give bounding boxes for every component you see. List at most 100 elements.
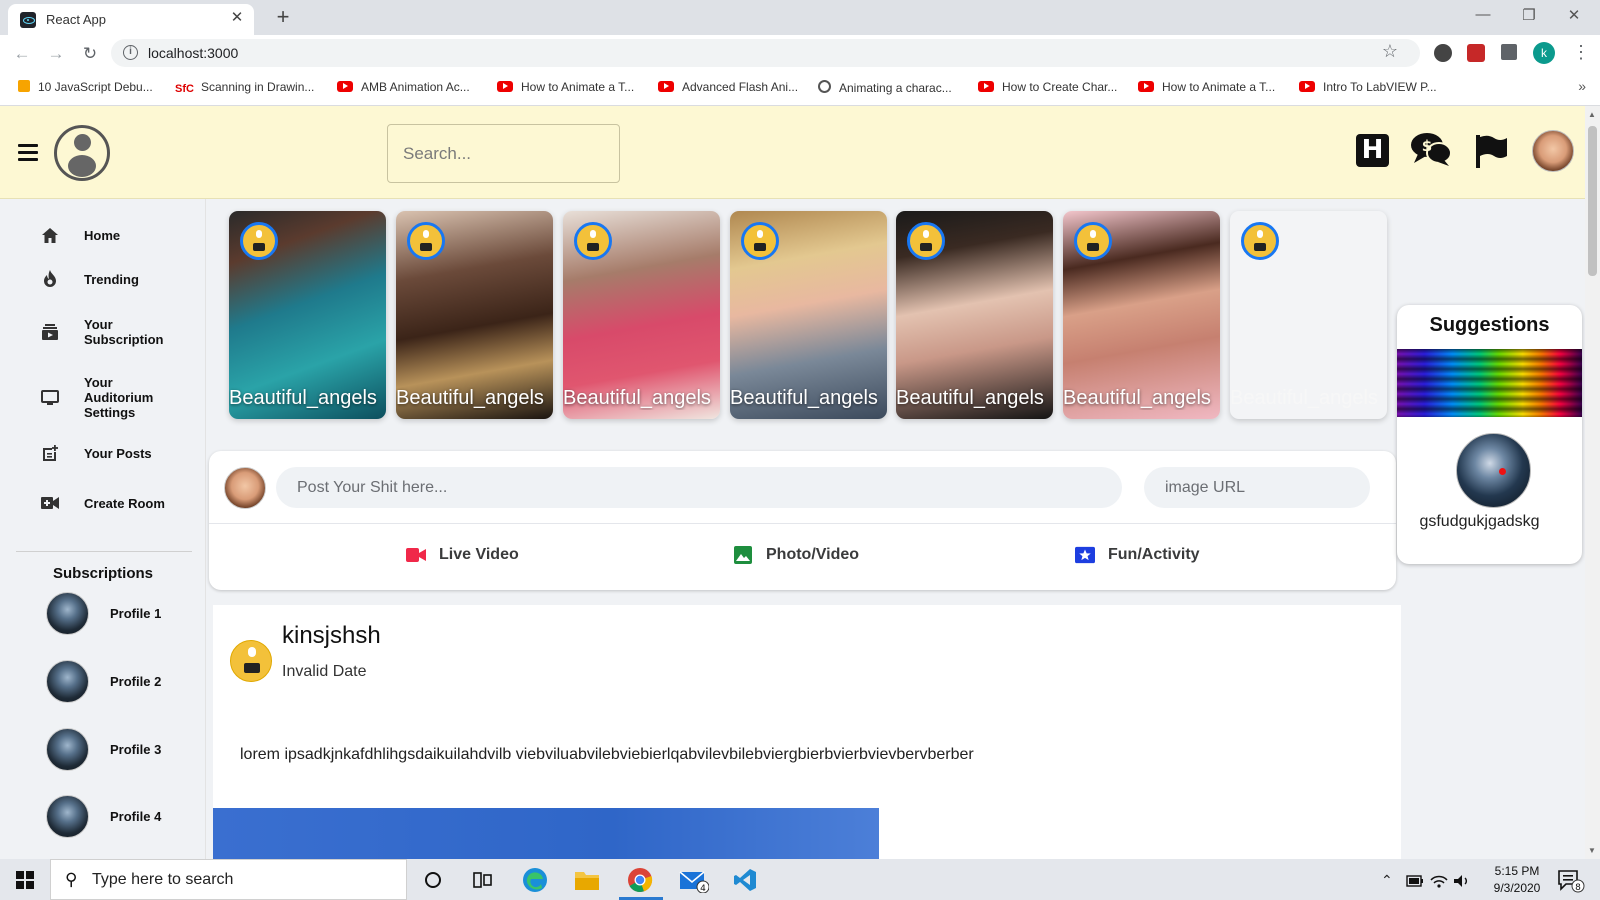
menu-dots-icon[interactable]: ⋮	[1572, 42, 1590, 63]
taskbar-clock[interactable]: 5:15 PM 9/3/2020	[1487, 863, 1547, 897]
taskbar-search[interactable]: ⚲ Type here to search	[50, 859, 407, 900]
flag-icon[interactable]	[1474, 134, 1508, 168]
task-view-icon[interactable]	[469, 866, 497, 894]
minimize-icon[interactable]: —	[1468, 6, 1498, 23]
fun-activity-button[interactable]: Fun/Activity	[1075, 546, 1200, 564]
suggestion-avatar[interactable]	[1456, 433, 1531, 508]
bookmarks-overflow-icon[interactable]: »	[1578, 78, 1586, 94]
bookmark-item[interactable]: 10 JavaScript Debu...	[18, 80, 153, 94]
taskbar-time: 5:15 PM	[1494, 864, 1540, 878]
battery-icon[interactable]	[1404, 867, 1426, 895]
restore-icon[interactable]: ❐	[1514, 6, 1544, 24]
subscription-item[interactable]: Profile 4	[46, 795, 161, 838]
h-icon[interactable]: H	[1356, 134, 1389, 167]
live-video-button[interactable]: Live Video	[406, 546, 519, 564]
story-card[interactable]: Beautiful_angels	[229, 211, 386, 419]
sidebar-item-auditorium-settings[interactable]: Your Auditorium Settings	[38, 375, 198, 420]
windows-start-icon[interactable]	[16, 871, 34, 889]
sidebar-divider	[16, 551, 192, 552]
photo-video-label: Photo/Video	[766, 546, 860, 563]
bookmark-item[interactable]: Animating a charac...	[818, 80, 952, 95]
page-scrollbar[interactable]: ▲ ▼	[1585, 106, 1600, 859]
photo-video-button[interactable]: Photo/Video	[733, 546, 859, 564]
story-card[interactable]: Beautiful_angels	[563, 211, 720, 419]
bookmark-item[interactable]: Intro To LabVIEW P...	[1299, 80, 1437, 94]
youtube-icon	[497, 81, 513, 92]
suggestion-name[interactable]: gsfudgukjgadskg	[1397, 513, 1562, 531]
extension-red-icon[interactable]	[1467, 44, 1485, 62]
subscription-label: Profile 2	[110, 674, 162, 689]
bookmark-item[interactable]: How to Create Char...	[978, 80, 1117, 94]
sidebar-item-label: Create Room	[84, 495, 165, 511]
notifications-icon[interactable]: 8	[1555, 867, 1587, 895]
post-author[interactable]: kinsjshsh	[282, 622, 381, 650]
reload-icon[interactable]: ↻	[78, 42, 102, 66]
edge-icon[interactable]	[521, 866, 549, 894]
extension-icon[interactable]	[1434, 44, 1452, 62]
bookmark-item[interactable]: How to Animate a T...	[497, 80, 634, 94]
bookmark-item[interactable]: Advanced Flash Ani...	[658, 80, 798, 94]
sidebar-item-subscription[interactable]: Your Subscription	[38, 317, 198, 347]
story-card[interactable]: Beautiful_angels	[896, 211, 1053, 419]
sidebar: Home Trending Your Subscription Your Aud…	[0, 199, 206, 859]
cortana-icon[interactable]	[419, 866, 447, 894]
subscription-item[interactable]: Profile 1	[46, 592, 161, 635]
story-name: Beautiful_angels	[229, 387, 377, 409]
post-date: Invalid Date	[282, 663, 367, 680]
site-info-icon[interactable]: i	[123, 45, 138, 60]
post-text-input[interactable]	[276, 467, 1122, 508]
mail-badge-count: 4	[700, 884, 706, 893]
subscription-item[interactable]: Profile 2	[46, 660, 161, 703]
browser-tab[interactable]: React App ✕	[8, 4, 254, 35]
bookmark-item[interactable]: SfC Scanning in Drawin...	[175, 80, 314, 95]
window-close-icon[interactable]: ✕	[1559, 6, 1589, 24]
bookmark-label: Intro To LabVIEW P...	[1323, 80, 1437, 94]
story-avatar	[1074, 222, 1112, 260]
money-chat-icon[interactable]: $	[1410, 131, 1452, 167]
story-card[interactable]: Beautiful_angels	[1230, 211, 1387, 419]
sidebar-item-create-room[interactable]: Create Room	[38, 491, 198, 515]
hamburger-menu-icon[interactable]	[18, 144, 38, 161]
tab-close-icon[interactable]: ✕	[228, 9, 246, 27]
new-tab-button[interactable]: +	[270, 4, 296, 30]
scroll-down-icon[interactable]: ▼	[1588, 846, 1596, 855]
sidebar-item-your-posts[interactable]: Your Posts	[38, 441, 198, 465]
chrome-icon[interactable]	[626, 866, 654, 894]
scroll-thumb[interactable]	[1588, 126, 1597, 276]
search-input[interactable]	[387, 124, 620, 183]
profile-avatar	[46, 660, 89, 703]
omnibox[interactable]: i localhost:3000 ☆	[111, 39, 1420, 67]
wifi-icon[interactable]	[1428, 867, 1450, 895]
video-call-icon	[38, 491, 62, 515]
story-card[interactable]: Beautiful_angels	[1063, 211, 1220, 419]
sidebar-item-label: Your Posts	[84, 445, 152, 461]
image-url-input[interactable]	[1144, 467, 1370, 508]
sidebar-item-trending[interactable]: Trending	[38, 267, 198, 291]
post-text: lorem ipsadkjnkafdhlihgsdaikuilahdvilb v…	[240, 746, 974, 763]
vscode-icon[interactable]	[731, 866, 759, 894]
file-explorer-icon[interactable]	[573, 866, 601, 894]
story-name: Beautiful_angels	[1063, 387, 1211, 409]
scroll-up-icon[interactable]: ▲	[1588, 110, 1596, 119]
story-card[interactable]: Beautiful_angels	[396, 211, 553, 419]
sidebar-item-label: Home	[84, 227, 121, 243]
mail-icon[interactable]: 4	[678, 866, 710, 894]
story-card[interactable]: Beautiful_angels	[730, 211, 887, 419]
post-author-avatar[interactable]	[230, 640, 272, 682]
puzzle-extensions-icon[interactable]	[1501, 44, 1517, 60]
user-avatar[interactable]	[1532, 130, 1574, 172]
youtube-icon	[1138, 81, 1154, 92]
profile-avatar[interactable]: k	[1533, 42, 1555, 64]
sidebar-item-home[interactable]: Home	[38, 223, 198, 247]
subscription-item[interactable]: Profile 3	[46, 728, 161, 771]
app-logo[interactable]	[54, 125, 110, 181]
bookmark-item[interactable]: How to Animate a T...	[1138, 80, 1275, 94]
forward-arrow-icon[interactable]: →	[44, 42, 68, 66]
bookmark-item[interactable]: AMB Animation Ac...	[337, 80, 470, 94]
bookmark-star-icon[interactable]: ☆	[1382, 41, 1398, 62]
tray-expand-icon[interactable]: ⌃	[1381, 872, 1393, 889]
home-icon	[38, 223, 62, 247]
volume-icon[interactable]	[1451, 867, 1473, 895]
back-arrow-icon[interactable]: ←	[10, 42, 34, 66]
url-text[interactable]: localhost:3000	[148, 45, 238, 61]
